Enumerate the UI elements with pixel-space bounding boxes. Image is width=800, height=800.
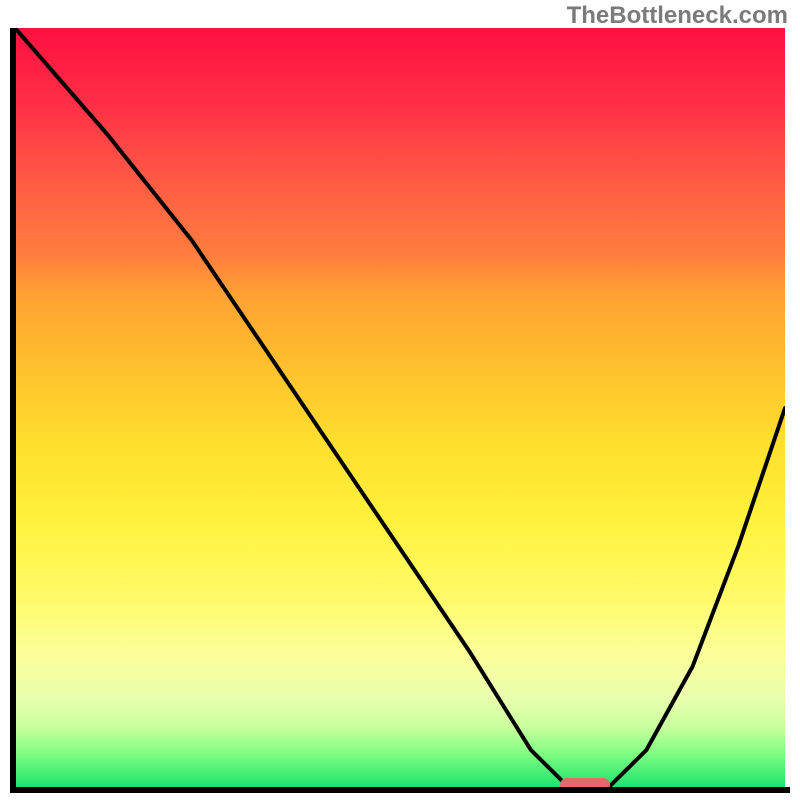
- chart-container: TheBottleneck.com: [0, 0, 800, 800]
- x-axis: [12, 787, 790, 793]
- bottleneck-curve: [15, 28, 785, 788]
- y-axis: [10, 28, 16, 793]
- attribution-label: TheBottleneck.com: [567, 2, 788, 30]
